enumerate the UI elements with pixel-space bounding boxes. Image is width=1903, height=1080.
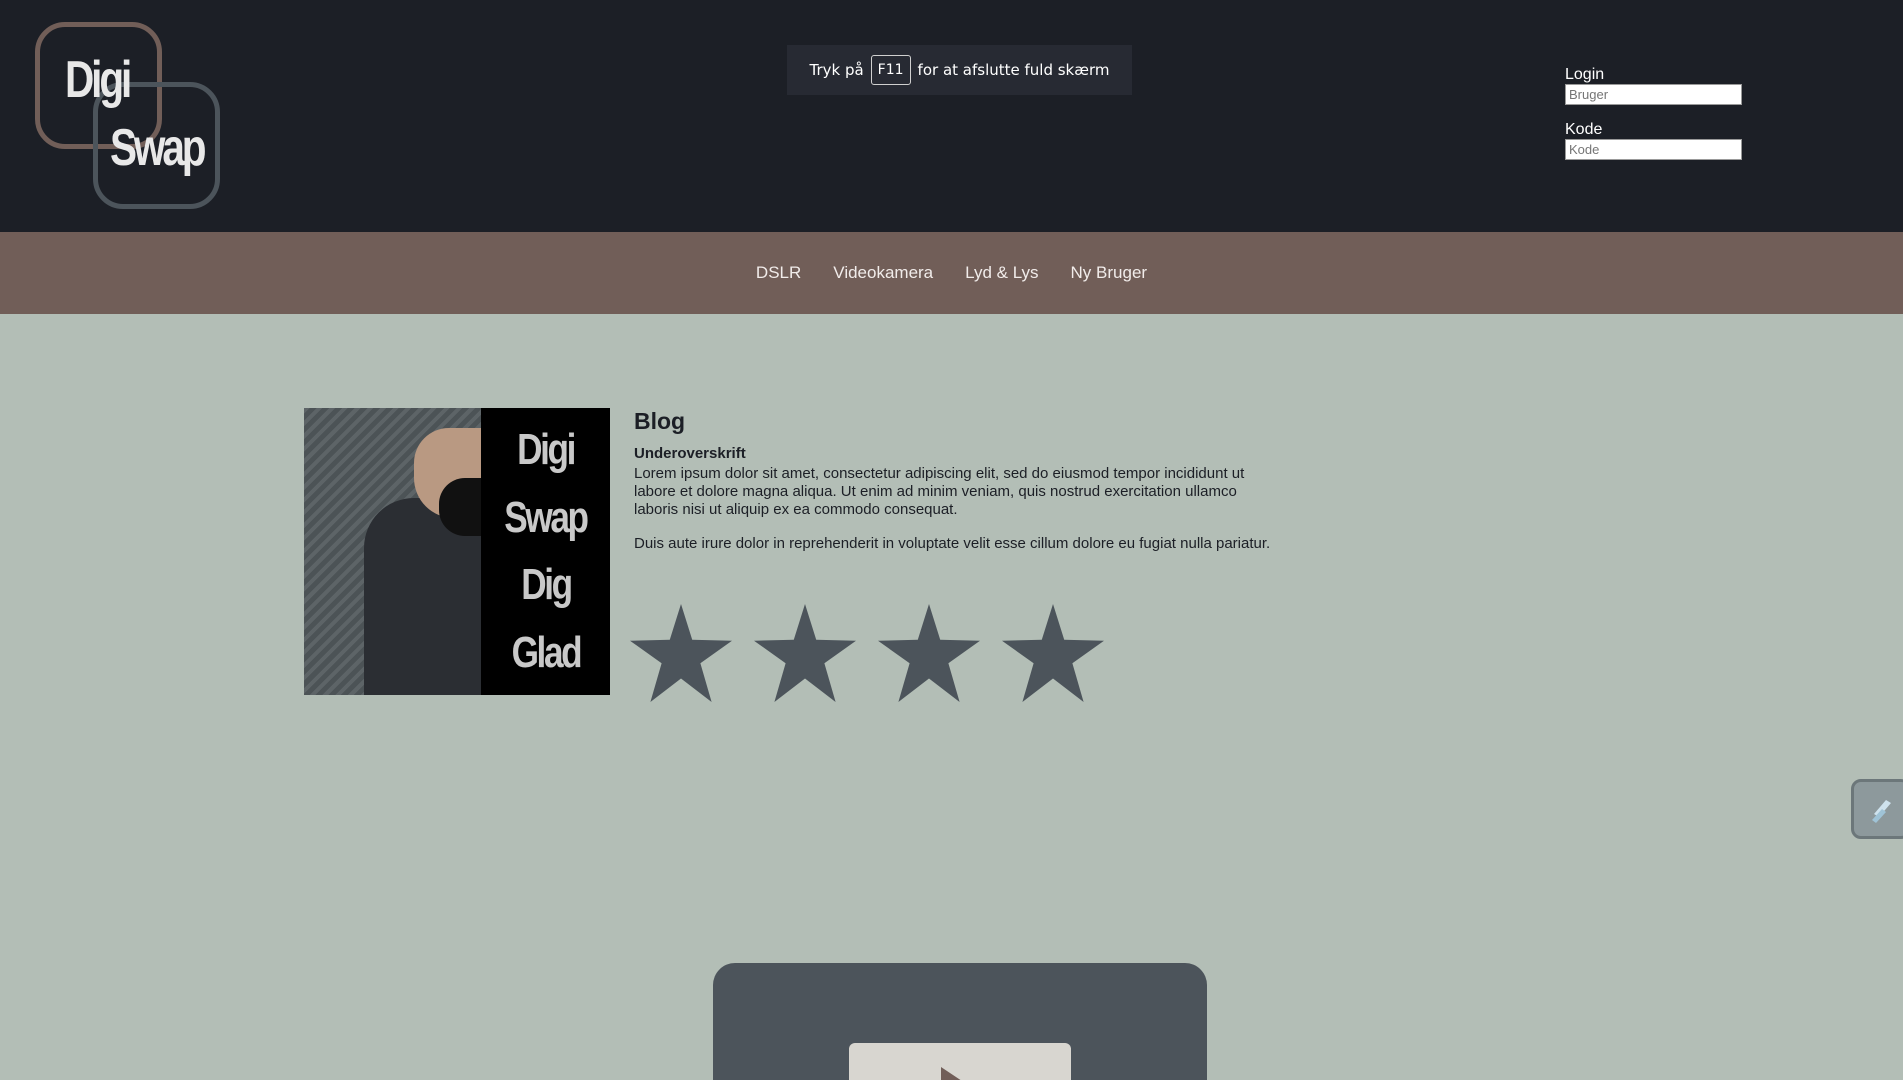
- image-word: Swap: [504, 492, 589, 542]
- play-icon[interactable]: [941, 1067, 977, 1080]
- image-word: Digi: [517, 424, 576, 474]
- blog-subtitle: Underoverskrift: [634, 445, 746, 462]
- rating-star-icon[interactable]: [878, 604, 980, 702]
- nav-item-videokamera[interactable]: Videokamera: [833, 263, 933, 283]
- main-nav: DSLR Videokamera Lyd & Lys Ny Bruger: [0, 232, 1903, 314]
- blog-paragraph-1: Lorem ipsum dolor sit amet, consectetur …: [634, 465, 1245, 518]
- image-word: Dig: [520, 560, 573, 610]
- sidebar-toggle-icon: [1872, 800, 1891, 823]
- image-text-panel: Digi Swap Dig Glad: [481, 408, 610, 695]
- username-input[interactable]: [1565, 84, 1742, 105]
- nav-item-dslr[interactable]: DSLR: [756, 263, 801, 283]
- top-header: Digi Swap Tryk på F11 for at afslutte fu…: [0, 0, 1903, 232]
- password-label: Kode: [1565, 121, 1603, 138]
- rating-star-icon[interactable]: [630, 604, 732, 702]
- nav-item-ny-bruger[interactable]: Ny Bruger: [1071, 263, 1148, 283]
- password-input[interactable]: [1565, 139, 1742, 160]
- blog-content: Blog Underoverskrift Lorem ipsum dolor s…: [634, 408, 1274, 569]
- video-card: [713, 963, 1207, 1080]
- blog-image: Digi Swap Dig Glad: [304, 408, 610, 695]
- username-label: Login: [1565, 66, 1605, 83]
- logo-text-line1: Digi: [65, 51, 132, 109]
- star-rating[interactable]: [630, 604, 1104, 702]
- rating-star-icon[interactable]: [1002, 604, 1104, 702]
- fullscreen-notice-suffix: for at afslutte fuld skærm: [917, 61, 1110, 79]
- fullscreen-key: F11: [870, 55, 911, 85]
- rating-star-icon[interactable]: [754, 604, 856, 702]
- blog-paragraph-2: Duis aute irure dolor in reprehenderit i…: [634, 535, 1271, 552]
- fullscreen-notice-prefix: Tryk på: [809, 61, 864, 79]
- sidebar-toggle-button[interactable]: [1851, 779, 1903, 839]
- nav-item-lyd-lys[interactable]: Lyd & Lys: [965, 263, 1038, 283]
- logo[interactable]: Digi Swap: [32, 20, 222, 212]
- logo-text-line2: Swap: [110, 119, 207, 177]
- camera-lens: [439, 478, 487, 536]
- image-word: Glad: [511, 628, 582, 678]
- video-player[interactable]: [849, 1043, 1071, 1080]
- blog-title: Blog: [634, 408, 686, 434]
- login-form: Login Kode: [1565, 66, 1742, 176]
- fullscreen-notice: Tryk på F11 for at afslutte fuld skærm: [787, 45, 1132, 95]
